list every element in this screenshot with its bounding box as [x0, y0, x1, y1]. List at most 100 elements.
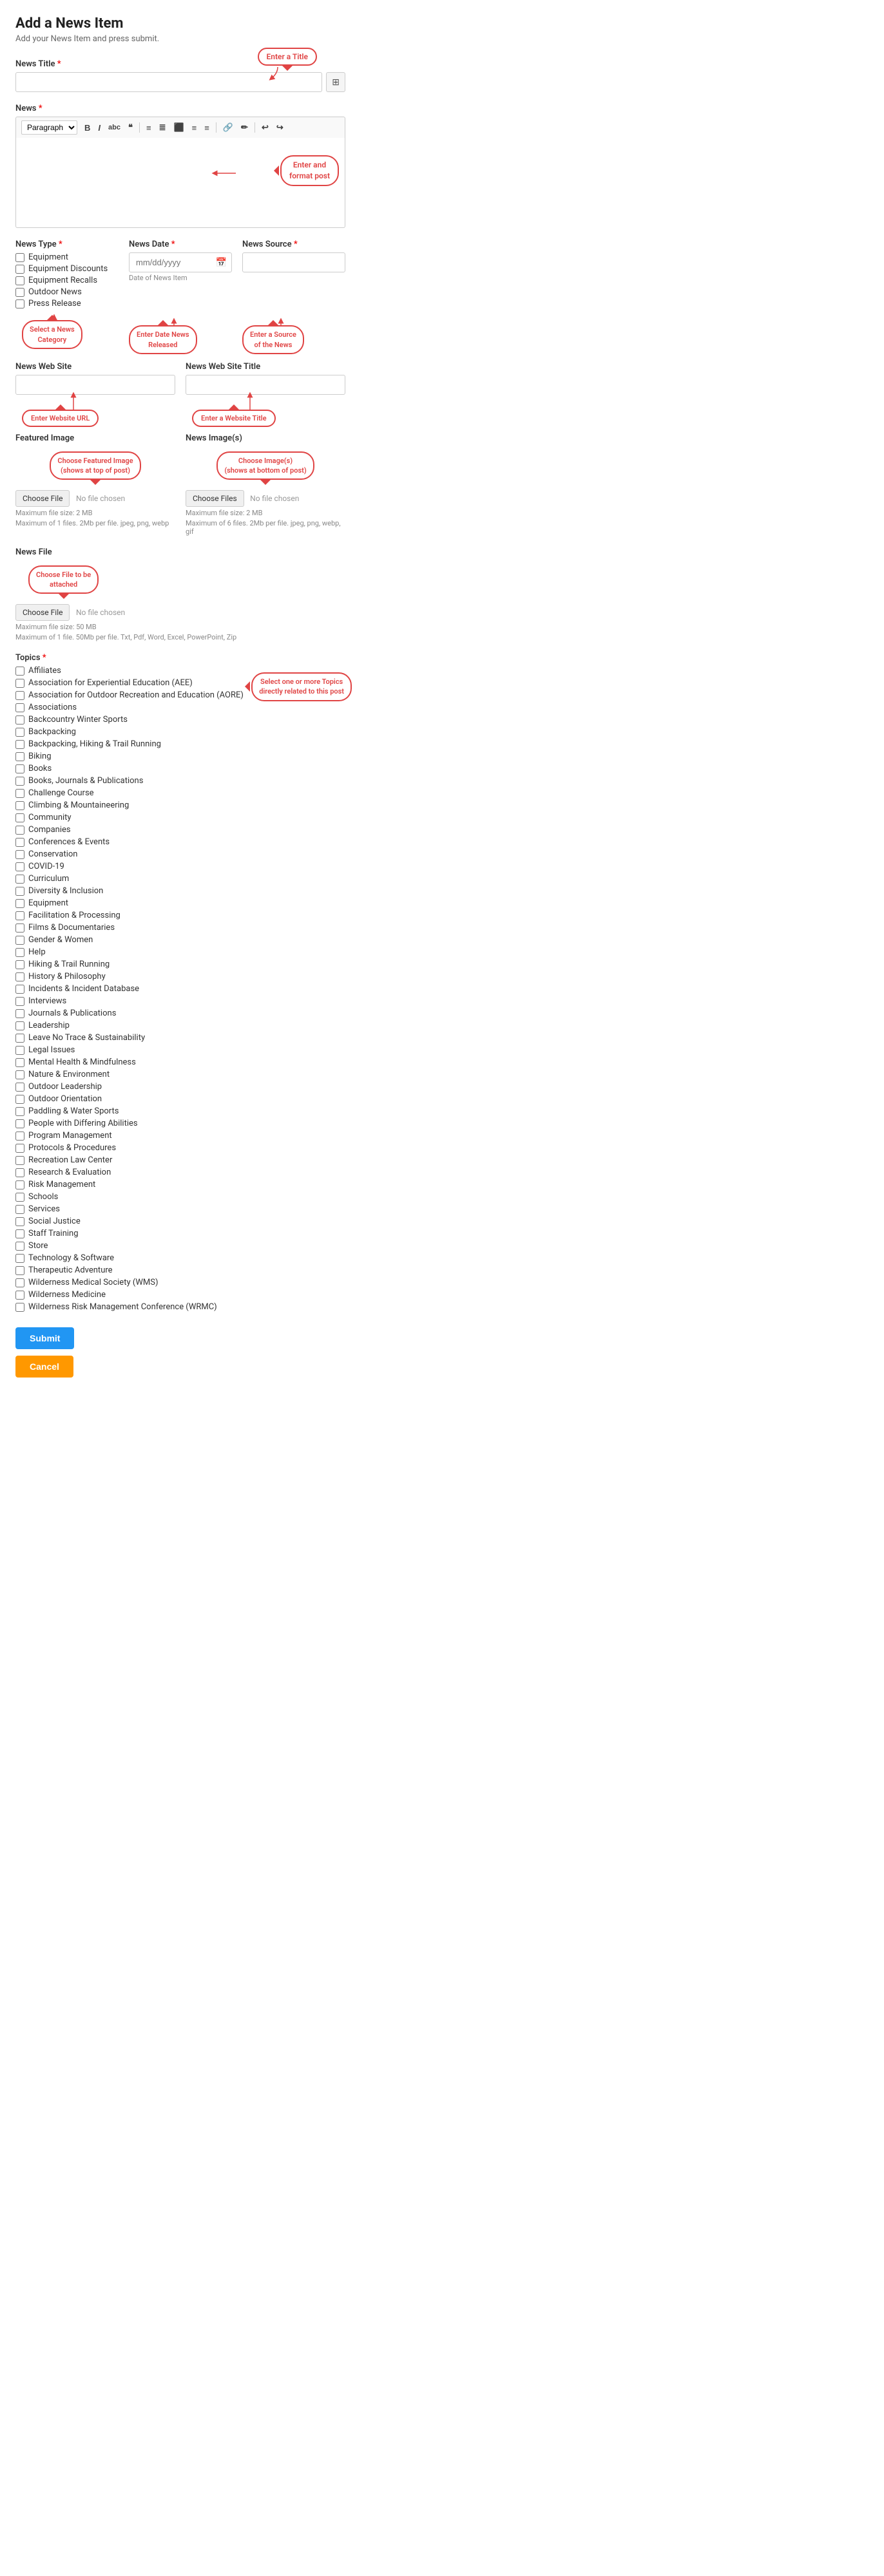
- news-website-title-input[interactable]: [186, 375, 345, 395]
- topics-checkbox-15[interactable]: [15, 850, 24, 859]
- topics-checkbox-5[interactable]: [15, 728, 24, 737]
- topics-checkbox-28[interactable]: [15, 1009, 24, 1018]
- topics-checkbox-12[interactable]: [15, 813, 24, 822]
- ul-button[interactable]: ≡: [143, 122, 155, 134]
- topics-item: Mental Health & Mindfulness: [15, 1057, 345, 1067]
- unlink-button[interactable]: ✏: [238, 121, 251, 134]
- ol-button[interactable]: ≣: [156, 121, 169, 134]
- topics-checkbox-23[interactable]: [15, 948, 24, 957]
- news-type-recalls[interactable]: [15, 276, 24, 285]
- news-title-group: News Title * Enter a Title ⊞: [15, 59, 345, 92]
- topics-checkbox-18[interactable]: [15, 887, 24, 896]
- topics-checkbox-36[interactable]: [15, 1107, 24, 1116]
- topics-checkbox-6[interactable]: [15, 740, 24, 749]
- align-right-button[interactable]: ≡: [201, 122, 213, 134]
- topics-item: Wilderness Medical Society (WMS): [15, 1278, 345, 1287]
- topics-item: Backcountry Winter Sports: [15, 715, 345, 724]
- news-website-input[interactable]: [15, 375, 175, 395]
- topics-checkbox-29[interactable]: [15, 1021, 24, 1030]
- cancel-button[interactable]: Cancel: [15, 1356, 73, 1378]
- topics-checkbox-7[interactable]: [15, 752, 24, 761]
- topics-checkbox-1[interactable]: [15, 679, 24, 688]
- bold-button[interactable]: B: [81, 122, 93, 134]
- topics-item: Legal Issues: [15, 1045, 345, 1055]
- topics-checkbox-21[interactable]: [15, 923, 24, 933]
- news-type-press[interactable]: [15, 299, 24, 308]
- topics-checkbox-2[interactable]: [15, 691, 24, 700]
- submit-button[interactable]: Submit: [15, 1327, 74, 1349]
- topics-checkbox-33[interactable]: [15, 1070, 24, 1079]
- news-type-item: Outdoor News: [15, 287, 119, 297]
- news-title-input[interactable]: [15, 72, 322, 92]
- topics-checkbox-50[interactable]: [15, 1278, 24, 1287]
- topics-checkbox-13[interactable]: [15, 826, 24, 835]
- topics-checkbox-3[interactable]: [15, 703, 24, 712]
- blockquote-button[interactable]: ❝: [125, 121, 136, 134]
- topics-checkbox-26[interactable]: [15, 985, 24, 994]
- redo-button[interactable]: ↪: [273, 121, 287, 134]
- link-button[interactable]: 🔗: [220, 121, 236, 134]
- news-source-input[interactable]: [242, 252, 345, 272]
- news-website-title-label: News Web Site Title: [186, 362, 345, 372]
- topics-checkbox-30[interactable]: [15, 1034, 24, 1043]
- topics-checkbox-8[interactable]: [15, 764, 24, 773]
- featured-image-btn[interactable]: Choose File: [15, 490, 70, 507]
- topics-checkbox-41[interactable]: [15, 1168, 24, 1177]
- news-source-group: News Source * Enter a Sourceof the News: [242, 240, 345, 310]
- topics-checkbox-40[interactable]: [15, 1156, 24, 1165]
- topics-checkbox-20[interactable]: [15, 911, 24, 920]
- topics-checkbox-34[interactable]: [15, 1083, 24, 1092]
- title-icon-button[interactable]: ⊞: [326, 72, 345, 92]
- topics-checkbox-9[interactable]: [15, 777, 24, 786]
- topics-checkbox-32[interactable]: [15, 1058, 24, 1067]
- topics-checkbox-49[interactable]: [15, 1266, 24, 1275]
- news-type-callout: Select a NewsCategory: [22, 320, 82, 349]
- topics-checkbox-16[interactable]: [15, 862, 24, 871]
- topics-checkbox-48[interactable]: [15, 1254, 24, 1263]
- topics-checkbox-37[interactable]: [15, 1119, 24, 1128]
- topics-checkbox-45[interactable]: [15, 1217, 24, 1226]
- news-file-callout-area: Choose File to beattached: [15, 560, 345, 599]
- undo-button[interactable]: ↩: [258, 121, 272, 134]
- topics-checkbox-27[interactable]: [15, 997, 24, 1006]
- topics-checkbox-19[interactable]: [15, 899, 24, 908]
- topics-checkbox-43[interactable]: [15, 1193, 24, 1202]
- topics-checkbox-25[interactable]: [15, 972, 24, 981]
- topics-checkbox-24[interactable]: [15, 960, 24, 969]
- topics-checkbox-22[interactable]: [15, 936, 24, 945]
- news-type-discounts[interactable]: [15, 265, 24, 274]
- news-type-equipment[interactable]: [15, 253, 24, 262]
- topics-checkbox-42[interactable]: [15, 1180, 24, 1189]
- topics-checkbox-10[interactable]: [15, 789, 24, 798]
- topics-checkbox-52[interactable]: [15, 1303, 24, 1312]
- topics-checkbox-4[interactable]: [15, 715, 24, 724]
- topics-checkbox-11[interactable]: [15, 801, 24, 810]
- strikethrough-button[interactable]: abc: [105, 122, 124, 133]
- news-images-btn[interactable]: Choose Files: [186, 490, 244, 507]
- topics-checkbox-35[interactable]: [15, 1095, 24, 1104]
- italic-button[interactable]: I: [95, 122, 104, 134]
- align-center-button[interactable]: ≡: [189, 122, 200, 134]
- topics-item: Films & Documentaries: [15, 923, 345, 933]
- topics-checkbox-44[interactable]: [15, 1205, 24, 1214]
- topics-checkbox-17[interactable]: [15, 875, 24, 884]
- topics-item: Gender & Women: [15, 935, 345, 945]
- topics-checkbox-47[interactable]: [15, 1242, 24, 1251]
- news-type-list: Equipment Equipment Discounts Equipment …: [15, 252, 119, 308]
- news-images-upload: Choose Files No file chosen: [186, 490, 345, 507]
- topics-checkbox-0[interactable]: [15, 667, 24, 676]
- paragraph-select[interactable]: Paragraph: [21, 120, 77, 135]
- topics-item: Leave No Trace & Sustainability: [15, 1033, 345, 1043]
- topics-checkbox-14[interactable]: [15, 838, 24, 847]
- topics-checkbox-51[interactable]: [15, 1291, 24, 1300]
- topics-checkbox-46[interactable]: [15, 1229, 24, 1238]
- news-type-outdoor[interactable]: [15, 288, 24, 297]
- news-file-callout: Choose File to beattached: [28, 565, 99, 594]
- news-file-btn[interactable]: Choose File: [15, 604, 70, 621]
- align-left-button[interactable]: ⬛: [170, 121, 187, 134]
- topics-checkbox-39[interactable]: [15, 1144, 24, 1153]
- news-date-input[interactable]: [129, 252, 232, 272]
- topics-checkbox-31[interactable]: [15, 1046, 24, 1055]
- topics-item: Associations: [15, 703, 345, 712]
- topics-checkbox-38[interactable]: [15, 1132, 24, 1141]
